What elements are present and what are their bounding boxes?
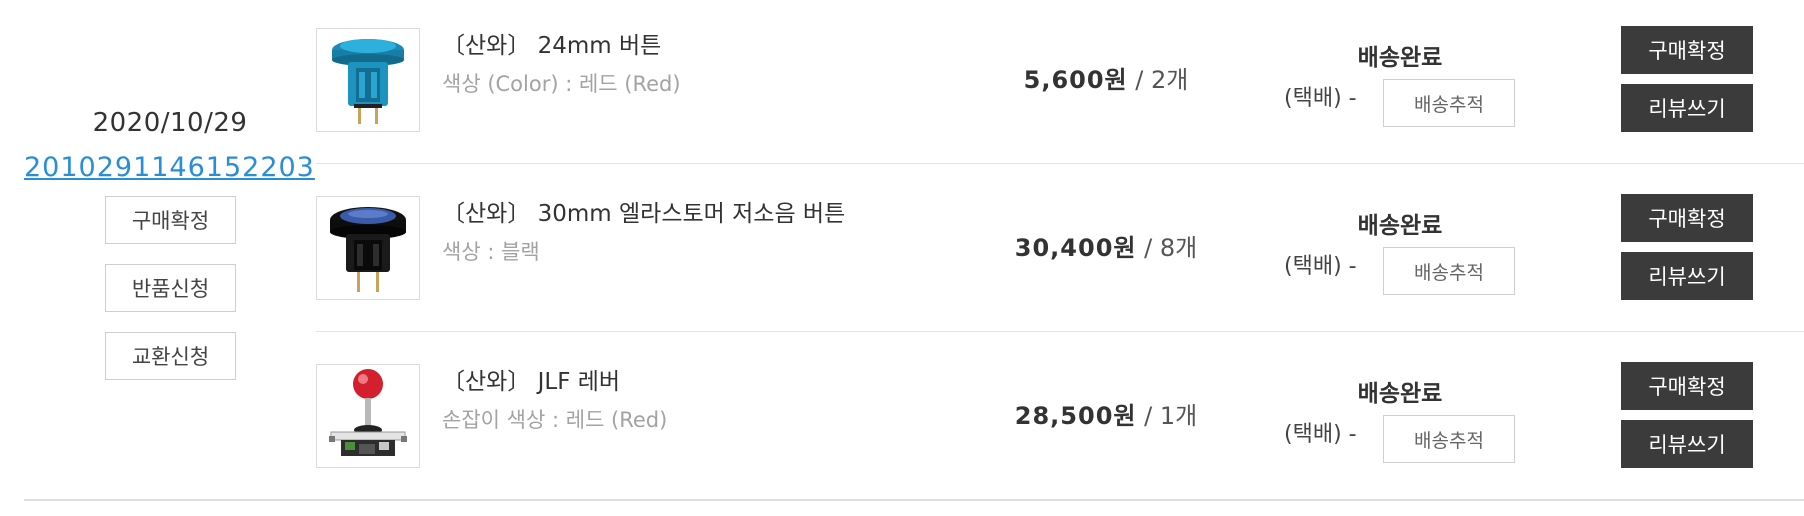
order-item-row: 〔산와〕 24mm 버튼 색상 (Color) : 레드 (Red) 5,600…	[316, 0, 1804, 168]
order-bottom-divider	[24, 499, 1804, 501]
black-arcade-button-icon	[330, 207, 406, 292]
item-quantity: 2개	[1151, 66, 1189, 94]
shipping-status: 배송완료	[1357, 213, 1443, 239]
product-option: 손잡이 색상 : 레드 (Red)	[442, 408, 668, 432]
product-name[interactable]: 〔산와〕 JLF 레버	[442, 362, 620, 396]
product-name[interactable]: 〔산와〕 30mm 엘라스토머 저소음 버튼	[442, 194, 845, 228]
shipping-status: 배송완료	[1357, 45, 1443, 71]
product-option: 색상 : 블랙	[442, 240, 540, 264]
order-confirm-purchase-button[interactable]: 구매확정	[105, 196, 236, 244]
order-item-row: 〔산와〕 30mm 엘라스토머 저소음 버튼 색상 : 블랙 30,400원 /…	[316, 168, 1804, 336]
price-separator: /	[1144, 402, 1153, 430]
shipping-method: (택배) -	[1284, 422, 1357, 447]
price-quantity: 30,400원 / 8개	[936, 228, 1276, 263]
blue-arcade-button-icon	[332, 39, 404, 124]
product-thumbnail[interactable]	[316, 364, 420, 468]
price-separator: /	[1135, 66, 1144, 94]
product-thumbnail[interactable]	[316, 28, 420, 132]
order-date: 2020/10/29	[92, 108, 248, 138]
order-number-link[interactable]: 2010291146152203	[24, 152, 315, 183]
write-review-button[interactable]: 리뷰쓰기	[1621, 252, 1753, 300]
item-price: 5,600원	[1023, 66, 1128, 94]
write-review-button[interactable]: 리뷰쓰기	[1621, 84, 1753, 132]
price-separator: /	[1144, 234, 1153, 262]
product-option: 색상 (Color) : 레드 (Red)	[442, 72, 681, 96]
shipping-status: 배송완료	[1357, 381, 1443, 407]
item-price: 28,500원	[1014, 402, 1137, 430]
order-item-row: 〔산와〕 JLF 레버 손잡이 색상 : 레드 (Red) 28,500원 / …	[316, 336, 1804, 504]
write-review-button[interactable]: 리뷰쓰기	[1621, 420, 1753, 468]
shipping-method: (택배) -	[1284, 254, 1357, 279]
product-name[interactable]: 〔산와〕 24mm 버튼	[442, 26, 661, 60]
track-delivery-button[interactable]: 배송추적	[1383, 79, 1515, 127]
shipping-method: (택배) -	[1284, 86, 1357, 111]
track-delivery-button[interactable]: 배송추적	[1383, 415, 1515, 463]
track-delivery-button[interactable]: 배송추적	[1383, 247, 1515, 295]
confirm-purchase-button[interactable]: 구매확정	[1621, 26, 1753, 74]
product-thumbnail[interactable]	[316, 196, 420, 300]
item-quantity: 1개	[1159, 402, 1198, 430]
item-quantity: 8개	[1159, 234, 1198, 262]
row-divider	[316, 163, 1804, 164]
confirm-purchase-button[interactable]: 구매확정	[1621, 194, 1753, 242]
order-detail-page: 2020/10/29 2010291146152203 구매확정 반품신청 교환…	[0, 0, 1804, 516]
price-quantity: 28,500원 / 1개	[936, 396, 1276, 431]
row-divider	[316, 331, 1804, 332]
order-return-request-button[interactable]: 반품신청	[105, 264, 236, 312]
price-quantity: 5,600원 / 2개	[936, 60, 1276, 95]
item-price: 30,400원	[1014, 234, 1137, 262]
confirm-purchase-button[interactable]: 구매확정	[1621, 362, 1753, 410]
joystick-lever-icon	[329, 369, 407, 456]
order-exchange-request-button[interactable]: 교환신청	[105, 332, 236, 380]
